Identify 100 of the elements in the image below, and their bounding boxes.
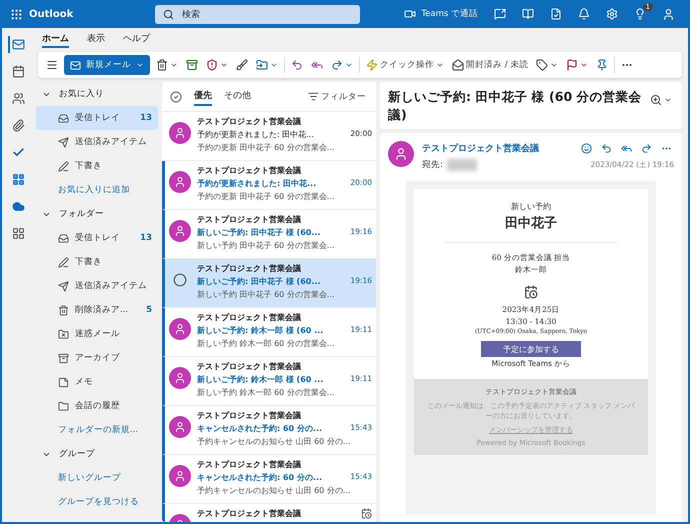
caret-icon xyxy=(136,61,144,69)
app-launcher-icon[interactable] xyxy=(10,8,23,20)
message-sender: テストプロジェクト営業会議 xyxy=(197,361,301,372)
folder-icon xyxy=(256,59,268,71)
message-preview: 予約の更新 田中花子 60 分の営業会... xyxy=(197,142,334,153)
list-tab[interactable]: 優先 xyxy=(194,87,212,106)
open-envelope-icon xyxy=(452,59,464,71)
search-field[interactable]: 検索 xyxy=(155,4,360,24)
archive-icon[interactable] xyxy=(184,57,200,73)
folder-item[interactable]: メモ xyxy=(36,370,158,394)
inbox-icon xyxy=(58,112,69,124)
message-subject: 新しいご予約: 鈴木一郎 様 (60 ... xyxy=(197,374,324,385)
caret-icon xyxy=(270,61,278,69)
calendar-clock-icon xyxy=(524,285,538,299)
avatar-icon xyxy=(169,367,191,389)
avatar-icon xyxy=(169,171,191,193)
folder-label: お気に入りに追加 xyxy=(58,184,130,196)
lightbulb-icon xyxy=(634,8,646,20)
message-subject: 新しいご予約: 田中花子 様 (60... xyxy=(197,227,320,238)
flag-icon xyxy=(566,59,578,71)
message-preview: 予約キャンセルのお知らせ 山田 60 分の... xyxy=(197,485,350,496)
message-item[interactable]: テストプロジェクト営業会議 xyxy=(162,504,376,522)
folder-section-header[interactable]: フォルダー xyxy=(36,202,158,226)
customer-name: 田中花子 xyxy=(505,215,557,232)
folder-link[interactable]: グループを見つける xyxy=(36,490,158,514)
select-all-icon[interactable] xyxy=(170,90,182,102)
caret-icon xyxy=(664,96,672,104)
folder-label: 会話の履歴 xyxy=(75,400,120,412)
pencil-icon xyxy=(58,256,69,268)
unread-count: 5 xyxy=(146,305,152,315)
folder-label: 削除済みア... xyxy=(75,304,128,316)
caret-icon xyxy=(436,61,444,69)
message-preview: 新しい予約 田中花子 60 分の営業会... xyxy=(197,289,334,300)
caret-icon xyxy=(220,61,228,69)
select-circle-icon[interactable] xyxy=(173,273,187,287)
avatar-icon xyxy=(169,416,191,438)
folder-item[interactable]: 迷惑メール xyxy=(36,322,158,346)
message-preview: 予約の更新 田中花子 60 分の営業会... xyxy=(197,191,334,202)
ribbon-tab[interactable]: ヘルプ xyxy=(123,32,150,48)
booking-label: 新しい予約 xyxy=(511,201,551,212)
folder-item[interactable]: 送信済みアイテム xyxy=(36,130,158,154)
search-icon xyxy=(163,8,174,20)
tag-icon xyxy=(536,59,548,71)
filter-button[interactable]: フィルター xyxy=(306,88,368,104)
folder-item[interactable]: 送信済みアイテム xyxy=(36,274,158,298)
folder-item[interactable]: 会話の履歴 xyxy=(36,394,158,418)
caret-icon xyxy=(170,61,178,69)
smile-icon[interactable] xyxy=(579,141,594,156)
folder-item[interactable]: 受信トレイ 13 xyxy=(36,226,158,250)
folder-label: 下書き xyxy=(75,256,102,268)
filter-icon xyxy=(308,91,319,102)
lightning-icon xyxy=(366,59,378,71)
teams-call-button[interactable]: Teams で通話 xyxy=(399,6,483,22)
folder-item[interactable]: 下書き xyxy=(36,154,158,178)
redacted-block xyxy=(446,159,477,171)
folder-label: アーカイブ xyxy=(75,352,120,364)
folder-label: 受信トレイ xyxy=(75,232,120,244)
trash-icon xyxy=(156,59,168,71)
folder-link[interactable]: お気に入りに追加 xyxy=(36,178,158,202)
message-preview: 新しい予約 田中花子 60 分の営業会... xyxy=(197,240,334,251)
folder-item[interactable]: 削除済みア... 5 xyxy=(36,298,158,322)
ribbon-tab[interactable]: 表示 xyxy=(87,32,105,48)
folder-label: グループを見つける xyxy=(58,496,139,508)
brush-icon[interactable] xyxy=(234,57,250,73)
avatar-icon xyxy=(169,318,191,340)
send-icon xyxy=(58,280,69,292)
zoom-icon xyxy=(650,94,662,106)
unread-count: 13 xyxy=(140,233,152,243)
avatar-icon xyxy=(169,122,191,144)
folder-item[interactable]: 受信トレイ 13 xyxy=(36,106,158,130)
video-camera-icon xyxy=(404,8,416,20)
folder-item[interactable]: 下書き xyxy=(36,250,158,274)
unread-count: 13 xyxy=(140,113,152,123)
read-unread-button[interactable]: 開封済み / 未読 xyxy=(450,57,530,73)
folder-link[interactable]: 新しいグループ xyxy=(36,466,158,490)
folder-item[interactable]: アーカイブ xyxy=(36,346,158,370)
send-icon xyxy=(58,136,69,148)
folder-label: フォルダーの新規... xyxy=(58,424,138,436)
folder-x-icon xyxy=(58,328,69,340)
ribbon-tab[interactable]: ホーム xyxy=(42,32,69,48)
archive-icon xyxy=(58,352,69,364)
message-sender: テストプロジェクト営業会議 xyxy=(197,165,301,176)
mail-icon xyxy=(70,60,81,70)
trash-icon xyxy=(58,304,69,316)
message-sender: テストプロジェクト営業会議 xyxy=(197,410,301,421)
folder-section-header[interactable]: グループ xyxy=(36,442,158,466)
message-sender: テストプロジェクト営業会議 xyxy=(197,312,301,323)
mail-icon[interactable] xyxy=(8,36,26,53)
quick-steps-button[interactable]: クイック操作 xyxy=(364,57,446,73)
list-tab[interactable]: その他 xyxy=(224,87,251,106)
sender-name[interactable]: テストプロジェクト営業会議 xyxy=(422,142,539,155)
new-mail-button[interactable]: 新規メール xyxy=(64,55,150,75)
folder-icon xyxy=(58,400,69,412)
join-button[interactable]: 予定に参加する xyxy=(481,341,581,357)
folder-link[interactable]: フォルダーの新規... xyxy=(36,418,158,442)
inbox-icon xyxy=(58,232,69,244)
folder-section-header[interactable]: お気に入り xyxy=(36,82,158,106)
avatar-icon xyxy=(388,141,414,167)
message-sender: テストプロジェクト営業会議 xyxy=(197,263,301,274)
message-preview: 新しい予約 鈴木一郎 60 分の営業会... xyxy=(197,387,334,398)
